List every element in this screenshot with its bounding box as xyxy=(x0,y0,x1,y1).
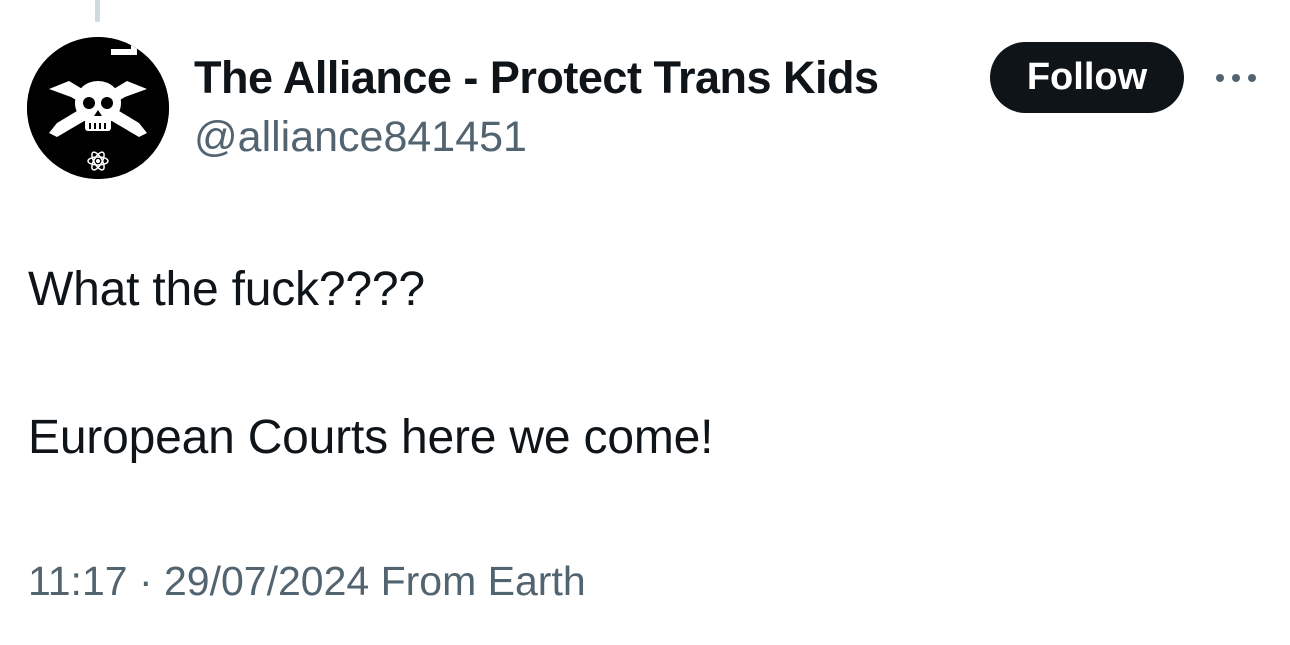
follow-button[interactable]: Follow xyxy=(990,42,1184,113)
tweet-source: From Earth xyxy=(369,558,586,604)
tweet-text-line-1: What the fuck???? xyxy=(28,263,425,316)
skull-crossbones-icon xyxy=(27,37,169,179)
tweet-metadata: 11:17 · 29/07/2024 From Earth xyxy=(28,558,586,605)
more-options-button[interactable] xyxy=(1210,60,1262,96)
user-handle[interactable]: @alliance841451 xyxy=(194,113,527,162)
thread-connector-line xyxy=(95,0,100,22)
tweet-text-line-2: European Courts here we come! xyxy=(28,411,714,464)
display-name[interactable]: The Alliance - Protect Trans Kids xyxy=(194,52,879,104)
meta-separator: · xyxy=(127,558,164,604)
avatar[interactable] xyxy=(27,37,169,179)
more-options-icon xyxy=(1216,74,1256,82)
tweet-time[interactable]: 11:17 xyxy=(28,558,128,604)
tweet-date[interactable]: 29/07/2024 xyxy=(164,558,369,604)
